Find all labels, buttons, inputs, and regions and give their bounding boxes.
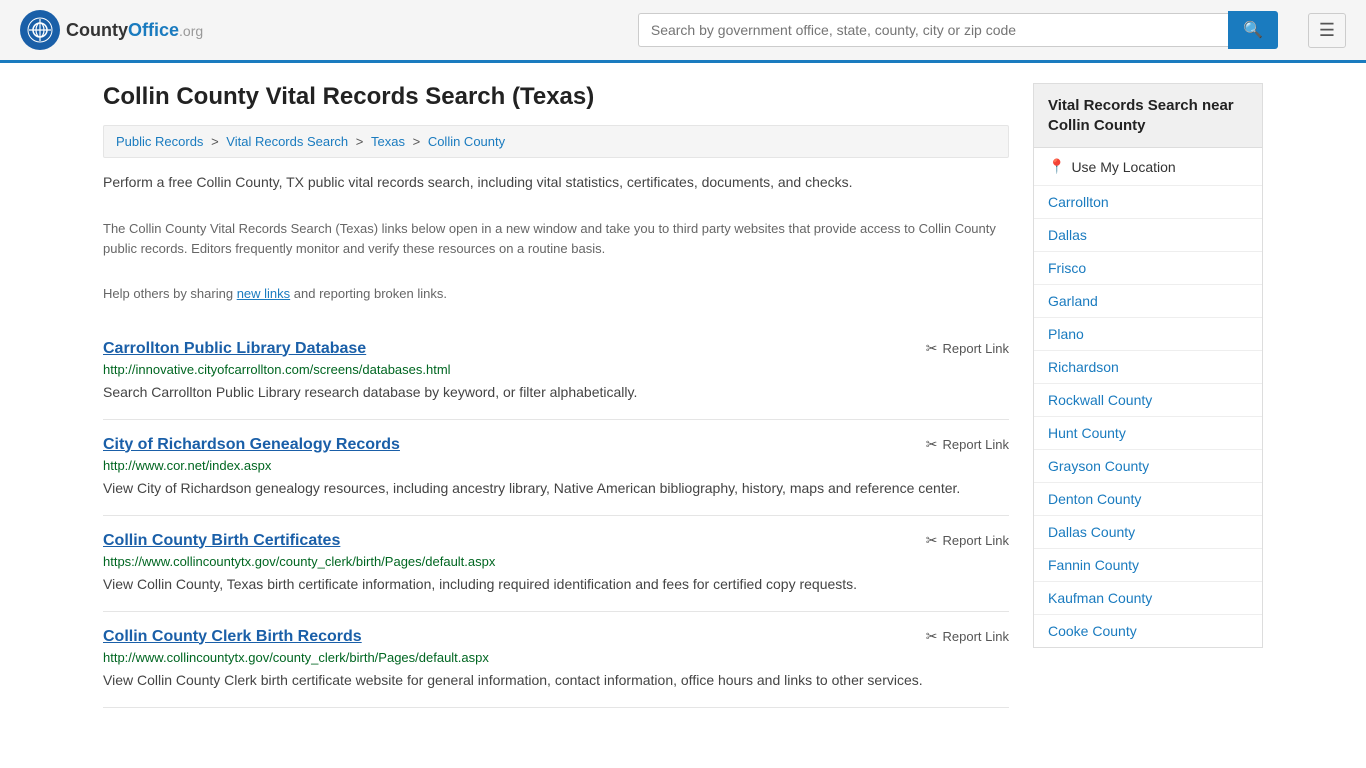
breadcrumb-collin-county[interactable]: Collin County <box>428 134 505 149</box>
search-button[interactable]: 🔍 <box>1228 11 1278 49</box>
sidebar-link-plano[interactable]: Plano <box>1048 326 1084 342</box>
result-url-2[interactable]: https://www.collincountytx.gov/county_cl… <box>103 554 1009 569</box>
report-icon-1: ✂ <box>926 436 938 453</box>
breadcrumb-sep-2: > <box>356 134 367 149</box>
result-card-3: Collin County Clerk Birth Records ✂ Repo… <box>103 612 1009 708</box>
result-url-0[interactable]: http://innovative.cityofcarrollton.com/s… <box>103 362 1009 377</box>
sidebar-item-richardson[interactable]: Richardson <box>1034 351 1262 384</box>
result-url-1[interactable]: http://www.cor.net/index.aspx <box>103 458 1009 473</box>
report-label-2: Report Link <box>943 533 1009 548</box>
result-header-0: Carrollton Public Library Database ✂ Rep… <box>103 340 1009 358</box>
sidebar-header: Vital Records Search near Collin County <box>1033 83 1263 148</box>
result-desc-1: View City of Richardson genealogy resour… <box>103 478 1009 499</box>
result-url-3[interactable]: http://www.collincountytx.gov/county_cle… <box>103 650 1009 665</box>
report-link-3[interactable]: ✂ Report Link <box>926 628 1009 645</box>
sidebar-item-kaufman[interactable]: Kaufman County <box>1034 582 1262 615</box>
report-link-1[interactable]: ✂ Report Link <box>926 436 1009 453</box>
report-icon-2: ✂ <box>926 532 938 549</box>
report-label-1: Report Link <box>943 437 1009 452</box>
sidebar-item-hunt[interactable]: Hunt County <box>1034 417 1262 450</box>
sidebar: Vital Records Search near Collin County … <box>1033 83 1263 708</box>
header: CountyOffice.org 🔍 ☰ <box>0 0 1366 63</box>
description-text-2: The Collin County Vital Records Search (… <box>103 219 1009 258</box>
sidebar-item-dallas-county[interactable]: Dallas County <box>1034 516 1262 549</box>
menu-button[interactable]: ☰ <box>1308 13 1346 48</box>
logo-text: CountyOffice.org <box>66 20 203 41</box>
search-bar: 🔍 <box>638 11 1278 49</box>
sidebar-link-richardson[interactable]: Richardson <box>1048 359 1119 375</box>
description-pre: Help others by sharing <box>103 286 237 301</box>
sidebar-link-frisco[interactable]: Frisco <box>1048 260 1086 276</box>
search-icon: 🔍 <box>1243 22 1263 39</box>
sidebar-link-hunt[interactable]: Hunt County <box>1048 425 1126 441</box>
sidebar-item-fannin[interactable]: Fannin County <box>1034 549 1262 582</box>
search-input[interactable] <box>638 13 1228 47</box>
sidebar-link-carrollton[interactable]: Carrollton <box>1048 194 1109 210</box>
result-card-0: Carrollton Public Library Database ✂ Rep… <box>103 324 1009 420</box>
report-link-0[interactable]: ✂ Report Link <box>926 340 1009 357</box>
breadcrumb-sep-3: > <box>413 134 424 149</box>
sidebar-item-garland[interactable]: Garland <box>1034 285 1262 318</box>
page-title: Collin County Vital Records Search (Texa… <box>103 83 1009 111</box>
report-icon-3: ✂ <box>926 628 938 645</box>
sidebar-item-denton[interactable]: Denton County <box>1034 483 1262 516</box>
sidebar-item-rockwall[interactable]: Rockwall County <box>1034 384 1262 417</box>
breadcrumb: Public Records > Vital Records Search > … <box>103 125 1009 158</box>
report-label-0: Report Link <box>943 341 1009 356</box>
report-label-3: Report Link <box>943 629 1009 644</box>
result-card-1: City of Richardson Genealogy Records ✂ R… <box>103 420 1009 516</box>
breadcrumb-texas[interactable]: Texas <box>371 134 405 149</box>
sidebar-item-dallas[interactable]: Dallas <box>1034 219 1262 252</box>
result-title-0[interactable]: Carrollton Public Library Database <box>103 340 366 358</box>
logo-suffix: Office <box>128 20 179 40</box>
result-desc-2: View Collin County, Texas birth certific… <box>103 574 1009 595</box>
sidebar-link-dallas-county[interactable]: Dallas County <box>1048 524 1135 540</box>
result-title-2[interactable]: Collin County Birth Certificates <box>103 532 340 550</box>
result-title-3[interactable]: Collin County Clerk Birth Records <box>103 628 362 646</box>
sidebar-item-grayson[interactable]: Grayson County <box>1034 450 1262 483</box>
breadcrumb-sep-1: > <box>211 134 222 149</box>
result-desc-3: View Collin County Clerk birth certifica… <box>103 670 1009 691</box>
result-title-1[interactable]: City of Richardson Genealogy Records <box>103 436 400 454</box>
report-icon-0: ✂ <box>926 340 938 357</box>
description-text-3: Help others by sharing new links and rep… <box>103 284 1009 304</box>
sidebar-link-fannin[interactable]: Fannin County <box>1048 557 1139 573</box>
sidebar-use-location[interactable]: 📍 Use My Location <box>1034 148 1262 186</box>
sidebar-link-denton[interactable]: Denton County <box>1048 491 1141 507</box>
sidebar-item-plano[interactable]: Plano <box>1034 318 1262 351</box>
sidebar-link-cooke[interactable]: Cooke County <box>1048 623 1137 639</box>
sidebar-link-rockwall[interactable]: Rockwall County <box>1048 392 1152 408</box>
result-header-2: Collin County Birth Certificates ✂ Repor… <box>103 532 1009 550</box>
result-header-1: City of Richardson Genealogy Records ✂ R… <box>103 436 1009 454</box>
use-my-location-link[interactable]: Use My Location <box>1071 159 1175 175</box>
sidebar-link-dallas[interactable]: Dallas <box>1048 227 1087 243</box>
sidebar-item-cooke[interactable]: Cooke County <box>1034 615 1262 647</box>
sidebar-body: 📍 Use My Location Carrollton Dallas Fris… <box>1033 148 1263 648</box>
sidebar-link-grayson[interactable]: Grayson County <box>1048 458 1149 474</box>
main-content: Collin County Vital Records Search (Texa… <box>103 83 1009 708</box>
hamburger-icon: ☰ <box>1319 20 1335 40</box>
result-header-3: Collin County Clerk Birth Records ✂ Repo… <box>103 628 1009 646</box>
logo-icon <box>20 10 60 50</box>
description-post: and reporting broken links. <box>290 286 447 301</box>
description-text: Perform a free Collin County, TX public … <box>103 172 1009 193</box>
report-link-2[interactable]: ✂ Report Link <box>926 532 1009 549</box>
sidebar-link-garland[interactable]: Garland <box>1048 293 1098 309</box>
logo[interactable]: CountyOffice.org <box>20 10 203 50</box>
breadcrumb-public-records[interactable]: Public Records <box>116 134 203 149</box>
results-list: Carrollton Public Library Database ✂ Rep… <box>103 324 1009 708</box>
sidebar-item-carrollton[interactable]: Carrollton <box>1034 186 1262 219</box>
content-wrapper: Collin County Vital Records Search (Texa… <box>83 63 1283 728</box>
new-links-link[interactable]: new links <box>237 286 290 301</box>
sidebar-item-frisco[interactable]: Frisco <box>1034 252 1262 285</box>
result-desc-0: Search Carrollton Public Library researc… <box>103 382 1009 403</box>
breadcrumb-vital-records[interactable]: Vital Records Search <box>226 134 348 149</box>
result-card-2: Collin County Birth Certificates ✂ Repor… <box>103 516 1009 612</box>
sidebar-link-kaufman[interactable]: Kaufman County <box>1048 590 1152 606</box>
location-pin-icon: 📍 <box>1048 158 1065 175</box>
